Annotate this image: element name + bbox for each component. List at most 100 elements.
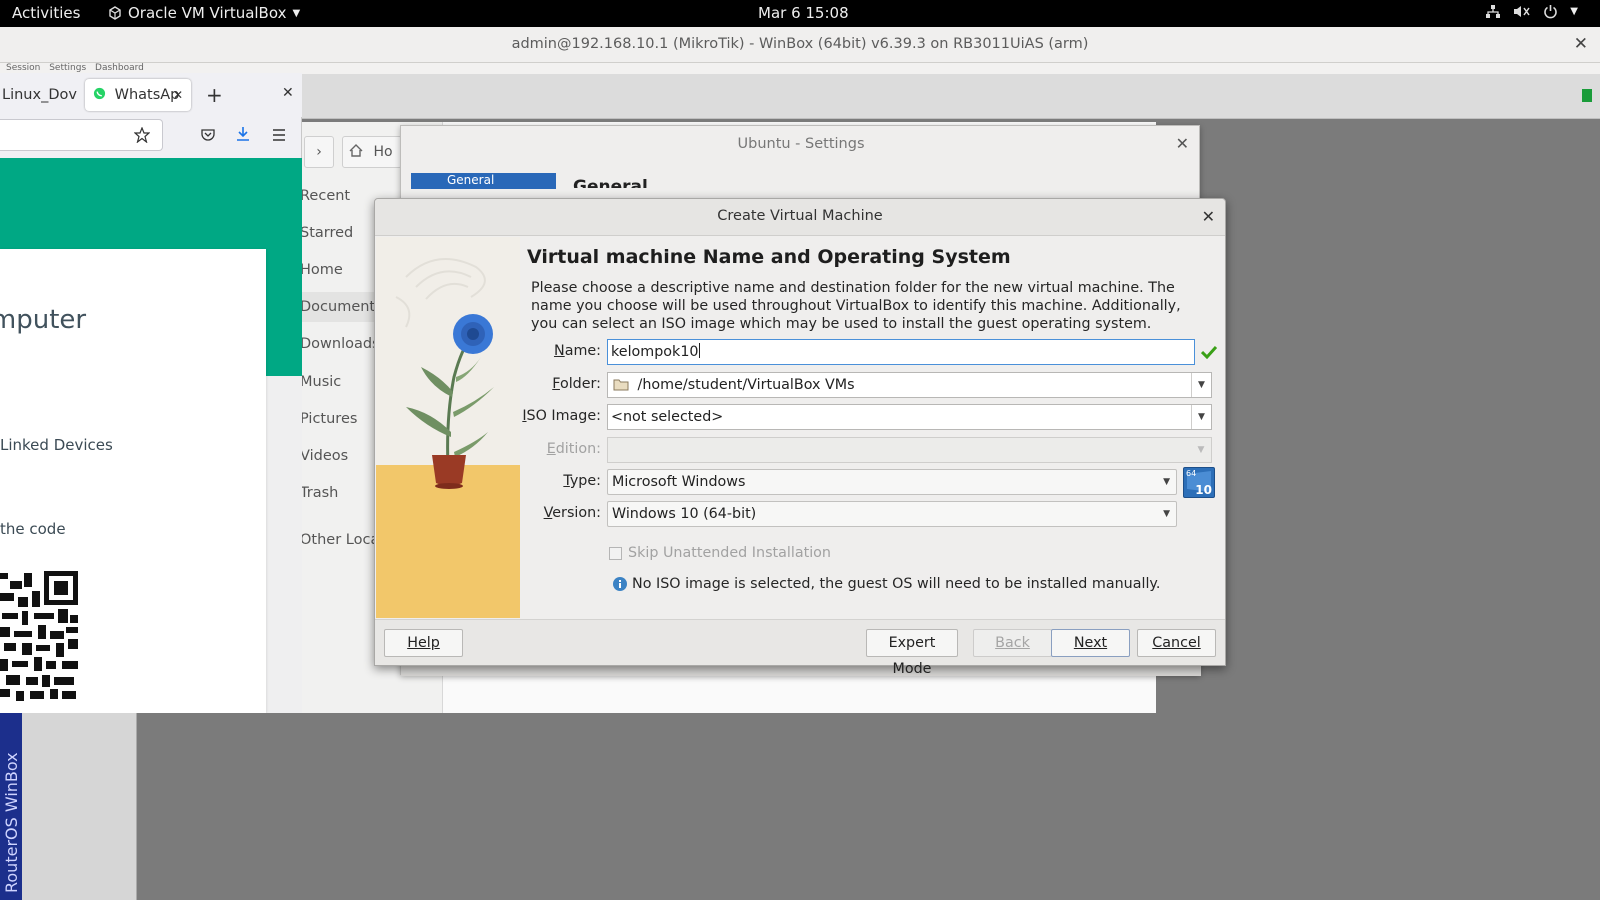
sidebar-item-other-locations[interactable]: Other Loca: [300, 532, 379, 548]
app-menu[interactable]: Oracle VM VirtualBox ▼: [108, 4, 300, 22]
skip-unattended-label: Skip Unattended Installation: [628, 545, 831, 561]
winbox-sidebar: RouterOS WinBox: [0, 713, 137, 900]
info-text: No ISO image is selected, the guest OS w…: [632, 576, 1161, 592]
winbox-titlebar: admin@192.168.10.1 (MikroTik) - WinBox (…: [0, 27, 1600, 63]
winbox-toolbar: [300, 74, 1600, 119]
clock[interactable]: Mar 6 15:08: [758, 4, 849, 22]
sidebar-item-pictures[interactable]: Pictures: [300, 411, 357, 427]
checkbox-box: [609, 546, 622, 560]
help-button[interactable]: Help: [384, 629, 463, 657]
expert-mode-button[interactable]: Expert Mode: [866, 629, 958, 677]
close-icon[interactable]: ✕: [1202, 207, 1215, 226]
wizard-heading: Virtual machine Name and Operating Syste…: [527, 246, 1011, 268]
sidebar-item-videos[interactable]: Videos: [300, 448, 348, 464]
close-icon[interactable]: ✕: [1574, 34, 1588, 54]
chevron-down-icon[interactable]: ▼: [1191, 405, 1211, 429]
info-icon: [613, 577, 627, 591]
name-input[interactable]: kelompok10: [607, 339, 1195, 365]
activities-button[interactable]: Activities: [12, 4, 80, 22]
version-label-text: ersion:: [552, 505, 601, 521]
iso-combo[interactable]: <not selected> ▼: [607, 404, 1212, 430]
folder-label: Folder:: [375, 376, 601, 392]
download-icon[interactable]: [235, 126, 251, 142]
type-select[interactable]: Microsoft Windows ▼: [607, 469, 1177, 495]
star-icon: [134, 127, 150, 143]
version-value: Windows 10 (64-bit): [612, 506, 757, 522]
tab-linux[interactable]: Linux_Dov: [2, 79, 78, 111]
whatsapp-card-title: omputer: [0, 305, 87, 335]
back-button-label: Back: [995, 635, 1030, 651]
sidebar-item-recent[interactable]: Recent: [300, 188, 350, 204]
settings-heading: General: [573, 177, 648, 188]
wizard-illustration: [376, 237, 520, 618]
scan-code-text: the code: [0, 520, 66, 538]
iso-value: <not selected>: [611, 409, 724, 425]
system-tray[interactable]: ▼: [1485, 4, 1578, 19]
virtualbox-icon: [109, 6, 121, 20]
path-home-label: Ho: [373, 144, 393, 160]
top-bar: Activities Oracle VM VirtualBox ▼ Mar 6 …: [0, 0, 1600, 27]
forward-button[interactable]: ›: [304, 136, 334, 168]
sidebar-item-trash[interactable]: Trash: [300, 485, 338, 501]
dialog-title: Create Virtual Machine: [717, 208, 883, 224]
close-icon[interactable]: ✕: [1176, 134, 1189, 153]
home-icon: [349, 144, 363, 157]
close-icon[interactable]: ✕: [282, 85, 294, 101]
chevron-down-icon: ▼: [292, 7, 301, 19]
iso-label: ISO Image:: [375, 408, 601, 424]
chevron-down-icon: ▼: [1163, 509, 1170, 519]
menu-session[interactable]: Session: [6, 63, 40, 73]
help-button-label: Help: [407, 635, 440, 651]
type-label-text: ype:: [569, 473, 601, 489]
app-name: Oracle VM VirtualBox: [128, 4, 287, 22]
iso-label-text: SO Image:: [526, 408, 601, 424]
whatsapp-card: omputer Linked Devices the code: [0, 249, 266, 713]
menu-dashboard[interactable]: Dashboard: [95, 63, 144, 73]
whatsapp-icon: [93, 87, 106, 100]
os-badge-bits: 64: [1186, 469, 1197, 478]
settings-tab-general[interactable]: General: [411, 173, 556, 189]
wizard-description: Please choose a descriptive name and des…: [531, 280, 1181, 332]
next-button-label: Next: [1073, 635, 1108, 651]
firefox-window: Linux_Dov WhatsAp ✕ + ✕ omputer Linked D…: [0, 73, 302, 713]
name-label-key: N: [553, 343, 565, 359]
folder-label-key: F: [552, 376, 560, 392]
folder-value: /home/student/VirtualBox VMs: [637, 377, 855, 393]
version-select[interactable]: Windows 10 (64-bit) ▼: [607, 501, 1177, 527]
tab-strip: Linux_Dov WhatsAp ✕ + ✕: [0, 73, 302, 117]
routeros-label: RouterOS WinBox: [2, 752, 21, 893]
version-label: Version:: [375, 505, 601, 521]
chevron-down-icon: ▼: [1570, 6, 1578, 17]
sidebar-item-music[interactable]: Music: [300, 374, 341, 390]
folder-icon: [613, 379, 629, 391]
folder-label-text: older:: [559, 376, 601, 392]
os-badge-version: 10: [1195, 483, 1212, 497]
settings-title: Ubuntu - Settings: [737, 136, 865, 152]
qr-code: [0, 571, 78, 701]
whatsapp-page: omputer Linked Devices the code: [0, 158, 302, 713]
tab-whatsapp[interactable]: WhatsAp ✕: [85, 79, 191, 111]
sidebar-item-home[interactable]: Home: [300, 262, 343, 278]
folder-combo[interactable]: /home/student/VirtualBox VMs ▼: [607, 372, 1212, 398]
name-label-text: ame:: [564, 343, 601, 359]
network-icon: [1486, 5, 1501, 18]
os-type-icon: 64 10: [1183, 467, 1215, 498]
path-home-button[interactable]: Ho: [342, 136, 402, 168]
close-icon[interactable]: ✕: [173, 79, 183, 111]
sidebar-item-downloads[interactable]: Downloads: [300, 336, 380, 352]
type-label: Type:: [375, 473, 601, 489]
cancel-button-label: Cancel: [1152, 635, 1201, 651]
dialog-footer: Help Expert Mode Back Next Cancel: [375, 619, 1225, 677]
type-value: Microsoft Windows: [612, 474, 746, 490]
url-bar[interactable]: [0, 119, 163, 151]
menu-settings[interactable]: Settings: [49, 63, 86, 73]
cancel-button[interactable]: Cancel: [1137, 629, 1216, 657]
menu-icon[interactable]: [271, 128, 287, 142]
pocket-icon[interactable]: [200, 128, 216, 142]
chevron-down-icon: ▼: [1197, 445, 1205, 455]
chevron-down-icon[interactable]: ▼: [1191, 373, 1211, 397]
sidebar-item-starred[interactable]: Starred: [300, 225, 353, 241]
new-tab-button[interactable]: +: [206, 83, 223, 107]
next-button[interactable]: Next: [1051, 629, 1130, 657]
create-vm-dialog: Create Virtual Machine ✕ Virtual machine…: [374, 198, 1226, 677]
